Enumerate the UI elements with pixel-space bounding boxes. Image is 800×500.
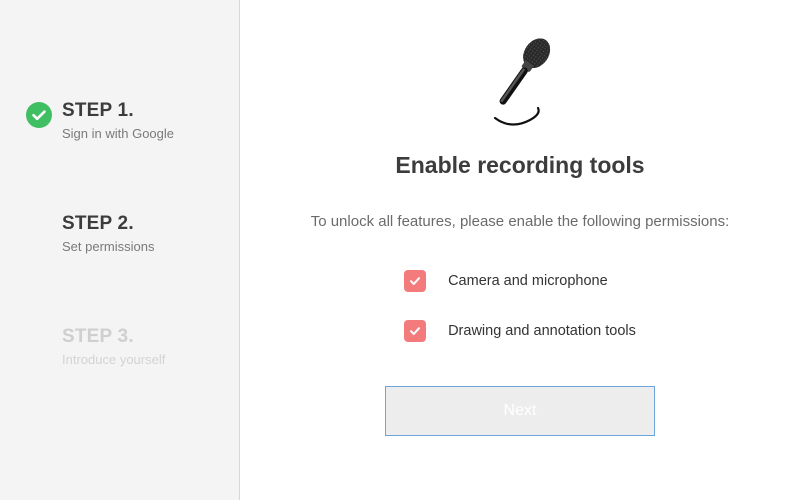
check-circle-icon [26,102,52,128]
checkbox-drawing[interactable] [404,320,426,342]
next-button[interactable]: Next [385,386,655,436]
microphone-icon [475,32,565,130]
step-3: STEP 3. Introduce yourself [26,326,239,367]
permission-camera-mic-label: Camera and microphone [448,273,608,289]
main-panel: Enable recording tools To unlock all fea… [240,0,800,500]
step-2-title: STEP 2. [62,213,154,235]
checkmark-icon [408,324,422,338]
checkmark-icon [408,274,422,288]
checkbox-camera-mic[interactable] [404,270,426,292]
step-3-desc: Introduce yourself [62,352,165,367]
step-2-desc: Set permissions [62,239,154,254]
permissions-list: Camera and microphone Drawing and annota… [404,270,636,342]
step-3-title: STEP 3. [62,326,165,348]
permission-camera-mic: Camera and microphone [404,270,636,292]
permission-drawing: Drawing and annotation tools [404,320,636,342]
permission-drawing-label: Drawing and annotation tools [448,323,636,339]
step-1-desc: Sign in with Google [62,126,174,141]
page-subtext: To unlock all features, please enable th… [311,213,730,230]
step-1-title: STEP 1. [62,100,174,122]
step-3-icon-placeholder [26,328,52,354]
page-heading: Enable recording tools [395,152,644,179]
step-1: STEP 1. Sign in with Google [26,100,239,141]
step-2-icon-placeholder [26,215,52,241]
step-2: STEP 2. Set permissions [26,213,239,254]
onboarding-sidebar: STEP 1. Sign in with Google STEP 2. Set … [0,0,240,500]
